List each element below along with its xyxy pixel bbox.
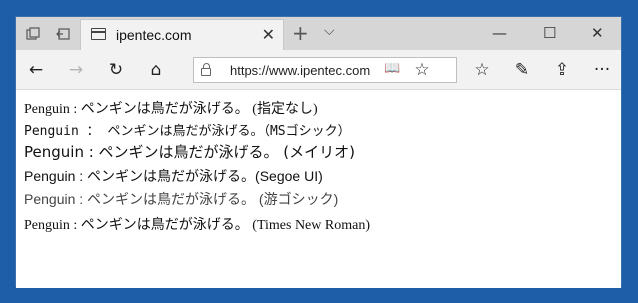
lock-icon: [201, 63, 211, 76]
text-line-times-new-roman: Penguin : ペンギンは鳥だが泳げる。 (Times New Roman): [24, 218, 370, 233]
forward-button[interactable]: →: [64, 58, 88, 82]
browser-window: ipentec.com ✕ + ⌵ — ☐ ✕ ← → ↻ ⌂ https://…: [15, 16, 622, 288]
web-notes-icon[interactable]: ✎: [510, 58, 534, 82]
page-icon: [91, 28, 106, 40]
page-content: Penguin : ペンギンは鳥だが泳げる。 (指定なし) Penguin ： …: [16, 90, 621, 288]
address-bar[interactable]: https://www.ipentec.com 📖 ☆: [193, 57, 457, 83]
home-button[interactable]: ⌂: [144, 58, 168, 82]
text-line-yu-gothic: Penguin : ペンギンは鳥だが泳げる。 (游ゴシック): [24, 191, 339, 207]
back-button[interactable]: ←: [24, 58, 48, 82]
minimize-button[interactable]: —: [492, 24, 507, 42]
tab-preview-icon[interactable]: [22, 23, 44, 45]
chevron-down-icon[interactable]: ⌵: [324, 23, 335, 39]
set-aside-tabs-icon[interactable]: [52, 23, 74, 45]
tab-title: ipentec.com: [116, 27, 192, 43]
navigation-bar: ← → ↻ ⌂ https://www.ipentec.com 📖 ☆ ☆ ✎ …: [16, 50, 621, 90]
text-line-default: Penguin : ペンギンは鳥だが泳げる。 (指定なし): [24, 102, 318, 117]
tab-bar: ipentec.com ✕ + ⌵ — ☐ ✕: [16, 17, 621, 50]
text-line-ms-gothic: Penguin ： ペンギンは鳥だが泳げる。（MSゴシック）: [24, 124, 351, 139]
more-icon[interactable]: ···: [590, 58, 614, 82]
favorites-hub-icon[interactable]: ☆: [470, 58, 494, 82]
close-window-button[interactable]: ✕: [591, 24, 604, 42]
tab-ipentec[interactable]: ipentec.com ✕: [80, 19, 284, 50]
favorite-star-icon[interactable]: ☆: [410, 58, 434, 82]
text-line-segoe-ui: Penguin : ペンギンは鳥だが泳げる。(Segoe UI): [24, 168, 323, 184]
refresh-button[interactable]: ↻: [104, 58, 128, 82]
new-tab-button[interactable]: +: [292, 21, 309, 45]
close-tab-icon[interactable]: ✕: [262, 25, 275, 44]
text-line-meiryo: Penguin : ペンギンは鳥だが泳げる。 (メイリオ): [24, 143, 356, 161]
maximize-button[interactable]: ☐: [543, 24, 556, 42]
reading-view-icon[interactable]: 📖: [384, 61, 400, 76]
share-icon[interactable]: ⇪: [550, 58, 574, 82]
url-text[interactable]: https://www.ipentec.com: [230, 63, 370, 78]
